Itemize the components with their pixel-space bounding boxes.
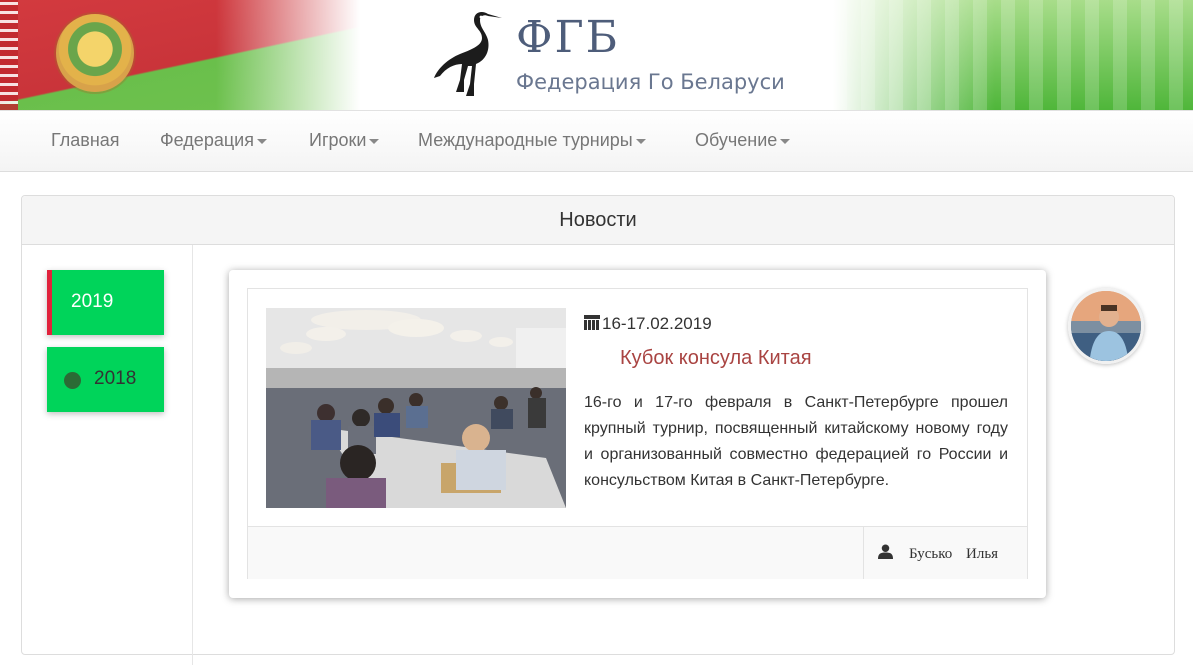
news-card-inner: 16-17.02.2019 Кубок консула Китая 16-го …: [247, 288, 1028, 579]
logo-abbreviation: ФГБ: [516, 12, 620, 63]
year-tab-2019[interactable]: 2019: [47, 270, 164, 335]
stork-logo-icon: [434, 12, 502, 96]
panel-heading: Новости: [22, 196, 1174, 245]
nav-item-international-tournaments[interactable]: Международные турниры: [418, 130, 646, 151]
year-label: 2019: [71, 291, 114, 312]
belarus-emblem-icon: [56, 14, 134, 92]
news-date: 16-17.02.2019: [584, 314, 712, 334]
news-photo[interactable]: [266, 308, 566, 508]
news-author[interactable]: Бусько Илья: [909, 546, 998, 563]
author-avatar[interactable]: [1068, 288, 1144, 364]
caret-down-icon: [369, 138, 380, 144]
avatar-photo-image: [1071, 291, 1141, 361]
news-card-footer: Бусько Илья: [248, 526, 1027, 579]
calendar-icon: [584, 315, 600, 330]
page-title: Новости: [559, 209, 637, 231]
bullet-dot-icon: [64, 372, 81, 389]
year-tab-2018[interactable]: 2018: [47, 347, 164, 412]
nav-item-label: Обучение: [695, 130, 778, 150]
site-logo[interactable]: ФГБ Федерация Го Беларуси: [430, 6, 785, 102]
nav-item-federation[interactable]: Федерация: [160, 130, 267, 151]
belarus-flag-left: [0, 0, 360, 110]
caret-down-icon: [635, 138, 646, 144]
belarus-flag-right: [833, 0, 1193, 110]
news-card: 16-17.02.2019 Кубок консула Китая 16-го …: [229, 270, 1046, 598]
year-label: 2018: [94, 368, 137, 389]
main-navbar: Главная Федерация Игроки Международные т…: [0, 110, 1193, 172]
caret-down-icon: [780, 138, 791, 144]
footer-divider: [863, 527, 864, 579]
flag-ornament: [0, 0, 18, 110]
nav-item-home[interactable]: Главная: [51, 130, 120, 151]
news-title-link[interactable]: Кубок консула Китая: [620, 347, 812, 370]
news-panel: Новости 2019 2018 16-17.02.2019 Кубок ко…: [21, 195, 1175, 665]
news-body: 16-го и 17-го февраля в Санкт-Петербурге…: [584, 394, 1008, 489]
sidebar-divider: [192, 245, 193, 665]
nav-item-label: Главная: [51, 130, 120, 150]
logo-full-name: Федерация Го Беларуси: [516, 70, 785, 94]
nav-item-label: Международные турниры: [418, 130, 633, 150]
nav-item-label: Игроки: [309, 130, 367, 150]
nav-item-learning[interactable]: Обучение: [695, 130, 791, 151]
nav-item-players[interactable]: Игроки: [309, 130, 380, 151]
site-banner: ФГБ Федерация Го Беларуси: [0, 0, 1193, 110]
nav-item-label: Федерация: [160, 130, 254, 150]
user-icon: [878, 544, 893, 559]
news-date-text: 16-17.02.2019: [602, 314, 712, 333]
caret-down-icon: [256, 138, 267, 144]
tournament-photo-image: [266, 308, 566, 508]
